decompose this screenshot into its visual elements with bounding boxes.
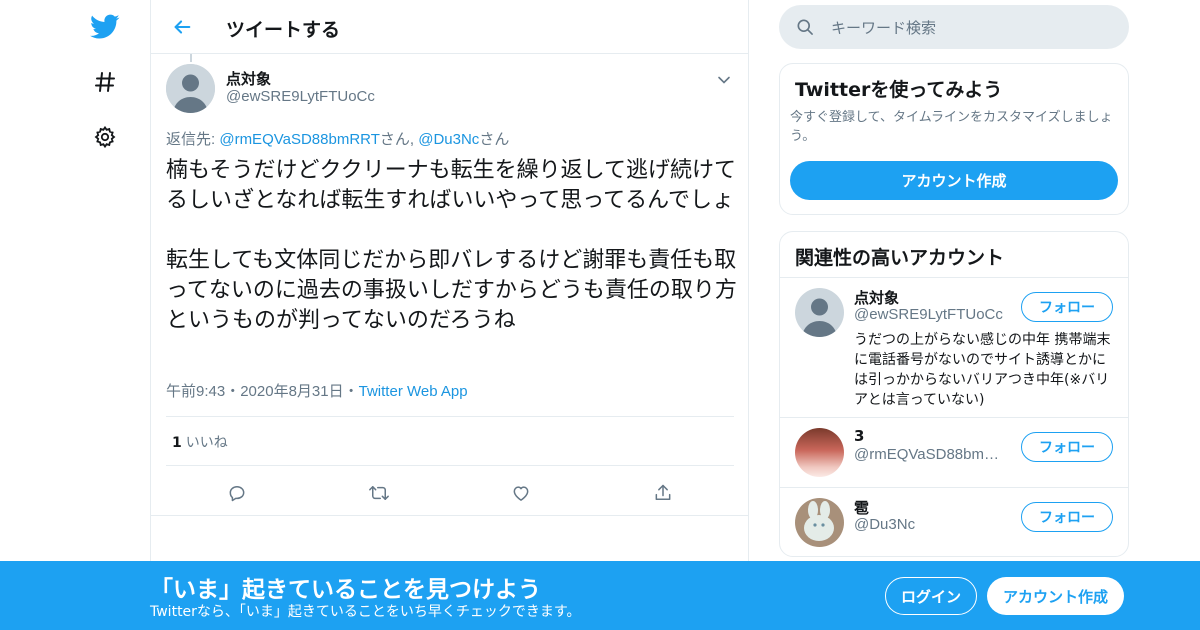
tweet-meta: 午前9:43・2020年8月31日・Twitter Web App	[166, 380, 468, 401]
tweet-date[interactable]: 2020年8月31日	[240, 383, 343, 400]
like-icon[interactable]	[508, 480, 534, 506]
signup-card-description: 今すぐ登録して、タイムラインをカスタマイズしましょう。	[790, 110, 1113, 144]
main-header: ツイートする	[151, 0, 749, 54]
thread-connector-line	[190, 54, 192, 62]
divider	[151, 515, 749, 516]
meta-separator: ・	[343, 383, 359, 400]
reply-suffix: さん	[479, 131, 510, 148]
avatar[interactable]	[166, 64, 215, 113]
avatar[interactable]	[795, 288, 844, 337]
avatar[interactable]	[795, 498, 844, 547]
like-count[interactable]: 1 いいね	[172, 432, 228, 452]
account-name[interactable]: 点対象	[854, 287, 899, 308]
account-handle[interactable]: @ewSRE9LytFTUoCc	[854, 306, 1014, 323]
back-arrow-icon[interactable]	[165, 10, 199, 44]
meta-separator: ・	[225, 383, 241, 400]
follow-button[interactable]: フォロー	[1021, 432, 1113, 462]
author-handle[interactable]: @ewSRE9LytFTUoCc	[226, 88, 375, 105]
tweet-stats: 1 いいね	[166, 416, 734, 466]
account-name[interactable]: 3	[854, 427, 864, 445]
banner-subtitle: Twitterなら、「いま」起きていることをいち早くチェックできます。	[150, 604, 581, 620]
gear-icon[interactable]	[80, 114, 130, 160]
account-bio: うだつの上がらない感じの中年 携帯端末に電話番号がないのでサイト誘導とかには引っ…	[854, 332, 1111, 408]
retweet-icon[interactable]	[366, 480, 392, 506]
signup-card-title: Twitterを使ってみよう	[795, 79, 1003, 101]
related-accounts-card: 関連性の高いアカウント 点対象 @ewSRE9LytFTUoCc うだつの上がら…	[779, 231, 1129, 557]
related-account-item[interactable]: 3 @rmEQVaSD88bmRRT フォロー	[780, 418, 1128, 488]
reply-separator: さん,	[379, 131, 419, 148]
banner-create-account-button[interactable]: アカウント作成	[987, 577, 1124, 615]
related-account-item[interactable]: 雹 @Du3Nc フォロー	[780, 488, 1128, 556]
tweet-text: 楠もそうだけどククリーナも転生を繰り返して逃げ続けてるしいざとなれば転生すればい…	[166, 158, 737, 333]
login-button[interactable]: ログイン	[885, 577, 977, 615]
account-name[interactable]: 雹	[854, 497, 869, 518]
related-accounts-title: 関連性の高いアカウント	[795, 247, 1005, 269]
follow-button[interactable]: フォロー	[1021, 502, 1113, 532]
search-icon	[795, 17, 815, 41]
main-column: ツイートする 点対象 @ewSRE9LytFTUoCc 返信先: @rmEQVa…	[150, 0, 749, 630]
like-count-number: 1	[172, 435, 182, 451]
reply-icon[interactable]	[224, 480, 250, 506]
reply-to: 返信先: @rmEQVaSD88bmRRTさん, @Du3Ncさん	[166, 128, 509, 149]
search-placeholder: キーワード検索	[831, 19, 937, 37]
share-icon[interactable]	[650, 480, 676, 506]
twitter-logo-icon[interactable]	[80, 4, 130, 50]
related-account-item[interactable]: 点対象 @ewSRE9LytFTUoCc うだつの上がらない感じの中年 携帯端末…	[780, 278, 1128, 418]
follow-button[interactable]: フォロー	[1021, 292, 1113, 322]
reply-user-link[interactable]: @Du3Nc	[418, 131, 479, 148]
create-account-button[interactable]: アカウント作成	[790, 161, 1118, 200]
account-handle[interactable]: @Du3Nc	[854, 516, 1014, 533]
signup-banner: 「いま」起きていることを見つけよう Twitterなら、「いま」起きていることを…	[0, 561, 1200, 630]
account-handle[interactable]: @rmEQVaSD88bmRRT	[854, 446, 1009, 463]
author-name[interactable]: 点対象	[226, 68, 271, 89]
page: ツイートする 点対象 @ewSRE9LytFTUoCc 返信先: @rmEQVa…	[0, 0, 1200, 630]
search-input[interactable]: キーワード検索	[779, 5, 1129, 49]
signup-card: Twitterを使ってみよう 今すぐ登録して、タイムラインをカスタマイズしましょ…	[779, 63, 1129, 215]
avatar[interactable]	[795, 428, 844, 477]
hashtag-icon[interactable]	[80, 59, 130, 105]
reply-user-link[interactable]: @rmEQVaSD88bmRRT	[219, 131, 380, 148]
tweet-time[interactable]: 午前9:43	[166, 383, 225, 400]
chevron-down-icon[interactable]	[714, 70, 734, 90]
page-title: ツイートする	[226, 19, 341, 41]
reply-prefix: 返信先:	[166, 131, 220, 148]
like-count-label: いいね	[185, 435, 228, 451]
banner-title: 「いま」起きていることを見つけよう	[150, 577, 541, 603]
tweet-source-app[interactable]: Twitter Web App	[359, 383, 468, 400]
tweet-actions	[166, 472, 734, 512]
